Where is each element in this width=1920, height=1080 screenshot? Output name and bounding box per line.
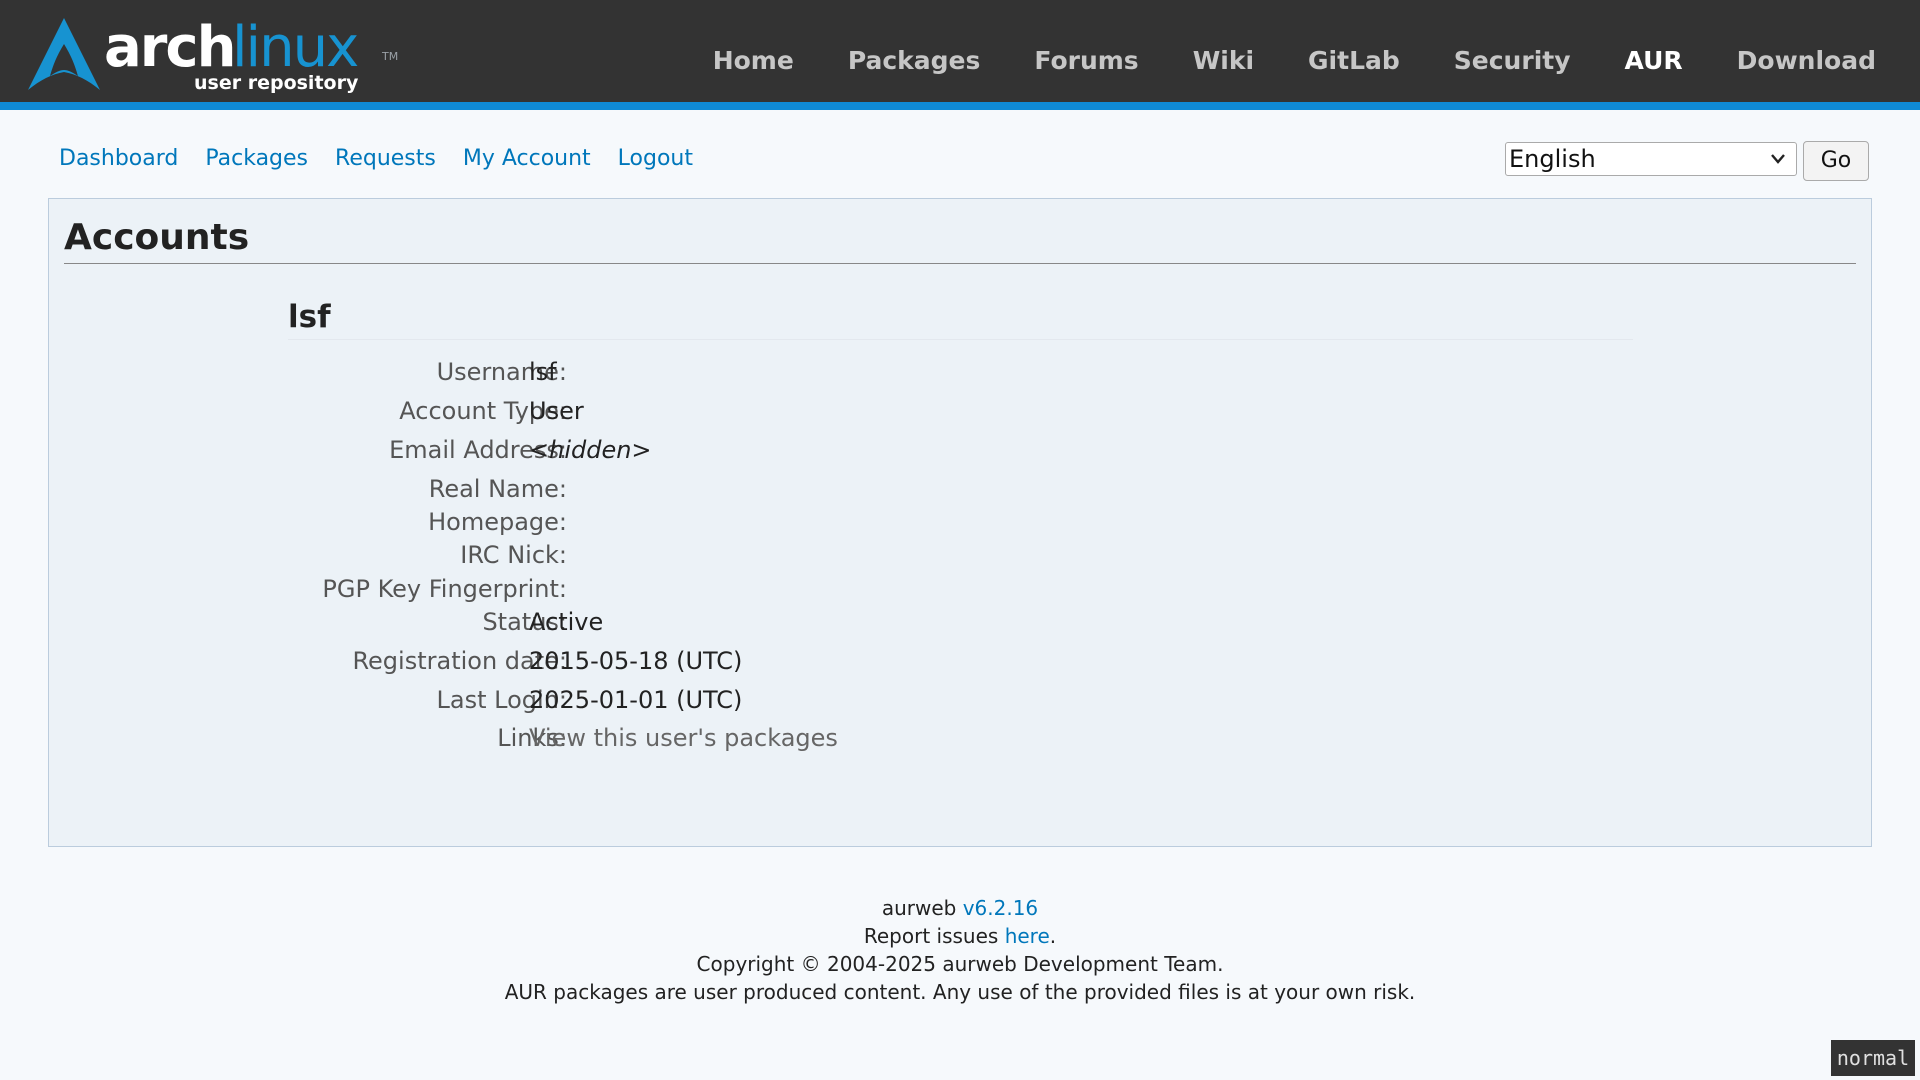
logo-subtitle: user repository (194, 72, 359, 94)
table-row: Links: View this user's packages (49, 722, 1049, 754)
table-row: Username: lsf (49, 356, 1049, 388)
nav-security[interactable]: Security (1454, 44, 1571, 78)
accounts-box: Accounts lsf Username: lsf Account Type:… (48, 198, 1872, 847)
subnav-dashboard[interactable]: Dashboard (59, 144, 178, 174)
table-row: IRC Nick: (49, 539, 1049, 571)
footer-report-label: Report issues (863, 924, 1005, 948)
logo-text-arch: arch (104, 15, 236, 80)
table-row: Status: Active (49, 606, 1049, 638)
page-footer: aurweb v6.2.16 Report issues here. Copyr… (0, 894, 1920, 1006)
subnav-logout[interactable]: Logout (618, 144, 693, 174)
language-select[interactable]: English (1505, 142, 1797, 176)
logo-trademark: TM (382, 50, 399, 63)
subnav-packages[interactable]: Packages (205, 144, 308, 174)
subnav-requests[interactable]: Requests (335, 144, 436, 174)
table-row: Account Type: User (49, 395, 1049, 427)
nav-aur[interactable]: AUR (1625, 44, 1683, 78)
field-label: Homepage: (428, 508, 567, 536)
field-value: <hidden> (529, 436, 652, 464)
field-label: Links: (497, 724, 567, 752)
page-title: Accounts (64, 217, 250, 258)
field-label: Status: (482, 608, 567, 636)
field-label: Username: (436, 358, 567, 386)
field-label: IRC Nick: (460, 541, 567, 569)
footer-disclaimer: AUR packages are user produced content. … (504, 980, 1416, 1004)
field-value: lsf (529, 358, 557, 386)
language-selected-value: English (1509, 145, 1596, 173)
logo-text-linux: linux (232, 15, 359, 80)
field-value: 2015-05-18 (UTC) (529, 647, 743, 675)
user-heading: lsf (288, 299, 331, 335)
field-label: Account Type: (399, 397, 567, 425)
nav-wiki[interactable]: Wiki (1193, 44, 1254, 78)
nav-packages[interactable]: Packages (848, 44, 981, 78)
aur-subnav: Dashboard Packages Requests My Account L… (59, 144, 720, 174)
field-label: Registration date: (352, 647, 567, 675)
mode-indicator: normal (1831, 1040, 1915, 1076)
archlinux-logo[interactable]: arch linux TM user repository (26, 15, 398, 96)
field-value: User (529, 397, 584, 425)
subnav-my-account[interactable]: My Account (463, 144, 591, 174)
field-label: Real Name: (428, 475, 567, 503)
footer-aurweb-label: aurweb (881, 896, 963, 920)
table-row: Email Address: <hidden> (49, 434, 1049, 466)
footer-copyright: Copyright © 2004-2025 aurweb Development… (696, 952, 1224, 976)
nav-home[interactable]: Home (713, 44, 794, 78)
title-divider (64, 263, 1856, 264)
go-button[interactable]: Go (1803, 141, 1869, 181)
field-label: PGP Key Fingerprint: (322, 575, 567, 603)
table-row: Last Login: 2025-01-01 (UTC) (49, 684, 1049, 716)
report-issues-link[interactable]: here (1005, 924, 1050, 948)
field-label: Email Address: (389, 436, 567, 464)
arch-triangle-icon (28, 18, 100, 90)
table-row: Homepage: (49, 506, 1049, 538)
field-value: Active (529, 608, 604, 636)
field-value: 2025-01-01 (UTC) (529, 686, 743, 714)
user-heading-divider (288, 339, 1633, 340)
footer-report-line: Report issues here. (0, 922, 1920, 950)
view-user-packages-link[interactable]: View this user's packages (529, 722, 838, 754)
nav-download[interactable]: Download (1737, 44, 1876, 78)
table-row: PGP Key Fingerprint: (49, 573, 1049, 605)
footer-report-suffix: . (1049, 924, 1057, 948)
aurweb-version-link[interactable]: v6.2.16 (963, 896, 1038, 920)
top-header: arch linux TM user repository Home Packa… (0, 0, 1920, 110)
nav-gitlab[interactable]: GitLab (1308, 44, 1400, 78)
table-row: Registration date: 2015-05-18 (UTC) (49, 645, 1049, 677)
chevron-down-icon (1770, 143, 1786, 186)
language-form: English Go (1505, 141, 1869, 181)
main-nav: Home Packages Forums Wiki GitLab Securit… (659, 44, 1876, 78)
field-label: Last Login: (436, 686, 567, 714)
table-row: Real Name: (49, 473, 1049, 505)
nav-forums[interactable]: Forums (1034, 44, 1138, 78)
footer-version-line: aurweb v6.2.16 (0, 894, 1920, 922)
